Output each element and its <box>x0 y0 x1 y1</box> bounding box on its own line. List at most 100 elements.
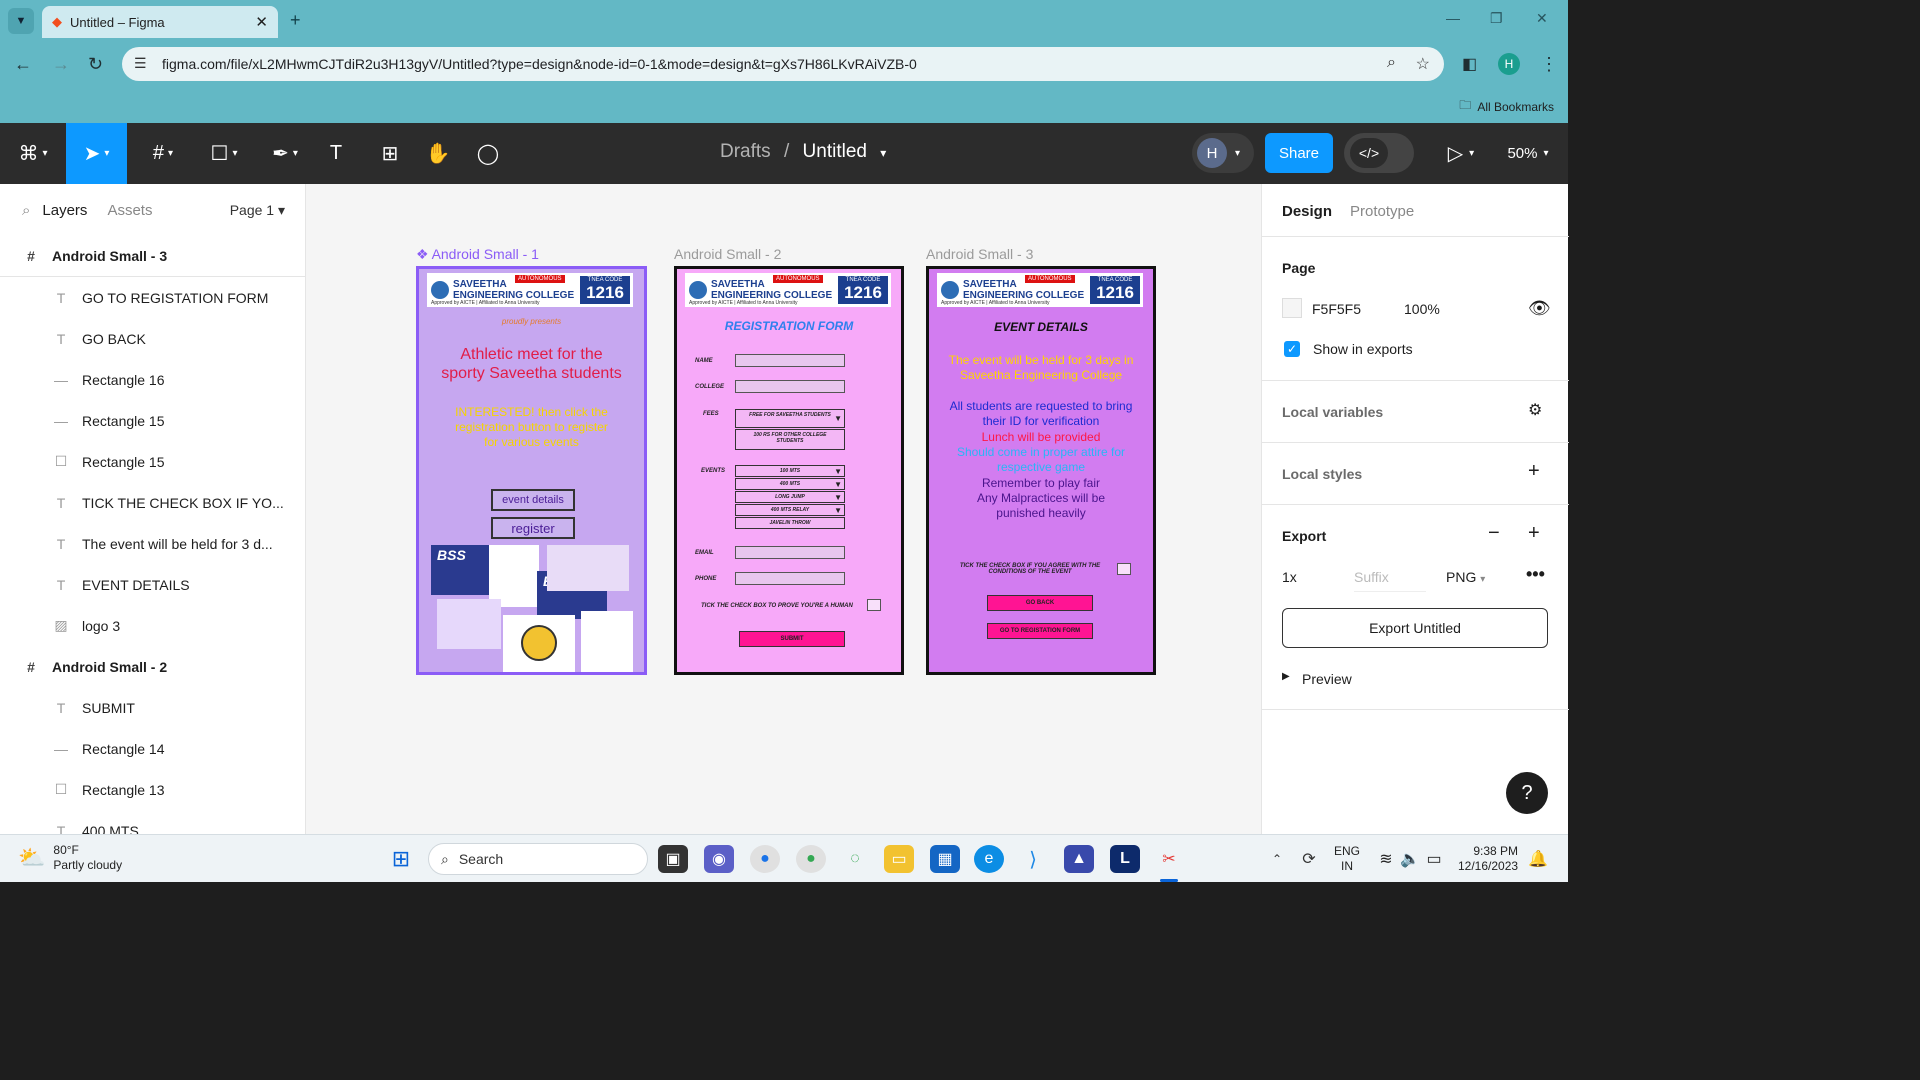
edge-icon[interactable]: e <box>974 845 1004 873</box>
event-option[interactable]: 400 MTS ▼ <box>735 478 845 490</box>
eye-icon[interactable]: 👁 <box>1528 298 1551 319</box>
tab-layers[interactable]: Layers <box>42 202 87 219</box>
remove-export-icon[interactable]: − <box>1488 522 1500 545</box>
windows-start-icon[interactable]: ⊞ <box>386 845 416 873</box>
bookmark-star-icon[interactable]: ☆ <box>1416 54 1430 74</box>
close-window-icon[interactable]: ✕ <box>1536 10 1548 27</box>
format-select[interactable]: PNG ▾ <box>1446 569 1485 585</box>
tab-prototype[interactable]: Prototype <box>1350 203 1414 220</box>
back-icon[interactable]: ← <box>14 54 32 75</box>
search-icon[interactable]: ⌕ <box>22 202 30 219</box>
weather-widget[interactable]: ⛅ 80°F Partly cloudy <box>18 843 122 873</box>
name-input[interactable] <box>735 354 845 367</box>
battery-icon[interactable]: ▭ <box>1424 845 1444 873</box>
college-input[interactable] <box>735 380 845 393</box>
page-color-value[interactable]: F5F5F5 <box>1312 301 1361 317</box>
l-app-icon[interactable]: L <box>1110 845 1140 873</box>
export-scale[interactable]: 1x <box>1282 569 1297 585</box>
fees-option-1[interactable]: FREE FOR SAVEETHA STUDENTS ▼ <box>735 409 845 428</box>
event-details-button[interactable]: event details <box>491 489 575 511</box>
variables-icon[interactable]: ⚙ <box>1528 400 1542 420</box>
chrome-profile-icon[interactable]: ● <box>796 845 826 873</box>
layer-item[interactable]: — Rectangle 16 <box>0 359 305 400</box>
resources-icon[interactable]: ⊞ <box>372 123 408 184</box>
app-ring-icon[interactable]: ◌ <box>840 845 870 873</box>
forward-icon[interactable]: → <box>52 54 70 75</box>
agree-checkbox[interactable] <box>1117 563 1131 575</box>
local-variables[interactable]: Local variables <box>1282 404 1383 420</box>
email-input[interactable] <box>735 546 845 559</box>
page-selector[interactable]: Page 1 ▾ <box>230 202 285 219</box>
event-option[interactable]: JAVELIN THROW <box>735 517 845 529</box>
add-style-icon[interactable]: + <box>1528 460 1540 483</box>
minimize-icon[interactable]: — <box>1446 10 1460 26</box>
layer-item[interactable]: ☐ Rectangle 15 <box>0 441 305 482</box>
new-tab-button[interactable]: + <box>290 10 301 31</box>
event-option[interactable]: 100 MTS ▼ <box>735 465 845 477</box>
profile-avatar[interactable]: H <box>1498 53 1520 75</box>
show-exports-checkbox[interactable]: ✓ <box>1284 341 1300 357</box>
notification-bell-icon[interactable]: 🔔 <box>1528 845 1548 873</box>
breadcrumb-drafts[interactable]: Drafts <box>720 141 771 162</box>
shape-tool-icon[interactable]: ☐ ▾ <box>198 123 250 184</box>
help-button[interactable]: ? <box>1506 772 1548 814</box>
move-tool-icon[interactable]: ➤ ▾ <box>66 123 127 184</box>
snipping-tool-icon[interactable]: ✂ <box>1154 845 1184 873</box>
frame-label-1[interactable]: ❖ Android Small - 1 <box>416 246 539 263</box>
text-tool-icon[interactable]: T <box>318 123 354 184</box>
dev-mode-toggle[interactable]: </> <box>1344 133 1414 173</box>
caret-right-icon[interactable]: ▶ <box>1282 671 1290 682</box>
frame-android-small-1[interactable]: SAVEETHA ENGINEERING COLLEGE AUTONOMOUS A… <box>416 266 647 675</box>
wifi-icon[interactable]: ≋ <box>1376 845 1396 873</box>
layer-item[interactable]: T The event will be held for 3 d... <box>0 523 305 564</box>
layer-frame[interactable]: # Android Small - 2 <box>0 646 305 687</box>
page-color-swatch[interactable] <box>1282 298 1302 318</box>
layer-item[interactable]: T GO TO REGISTATION FORM <box>0 277 305 318</box>
add-export-icon[interactable]: + <box>1528 522 1540 545</box>
tab-list-button[interactable]: ▼ <box>8 8 34 34</box>
layer-item[interactable]: ☐ Rectangle 13 <box>0 769 305 810</box>
file-explorer-icon[interactable]: ▭ <box>884 845 914 873</box>
zoom-menu[interactable]: 50% ▾ <box>1500 123 1556 184</box>
tab-design[interactable]: Design <box>1282 203 1332 220</box>
layer-item[interactable]: ▨ logo 3 <box>0 605 305 646</box>
zoom-icon[interactable]: ⌕ <box>1387 54 1396 72</box>
layer-item[interactable]: T TICK THE CHECK BOX IF YO... <box>0 482 305 523</box>
suffix-input[interactable]: Suffix <box>1354 569 1426 592</box>
preview-toggle[interactable]: Preview <box>1302 671 1352 687</box>
side-panel-icon[interactable]: ◧ <box>1462 54 1477 74</box>
go-back-button[interactable]: GO BACK <box>987 595 1093 611</box>
comment-tool-icon[interactable]: ◯ <box>470 123 506 184</box>
pen-tool-icon[interactable]: ✒ ▾ <box>260 123 310 184</box>
volume-icon[interactable]: 🔈 <box>1400 845 1420 873</box>
go-to-registration-button[interactable]: GO TO REGISTATION FORM <box>987 623 1093 639</box>
page-opacity-value[interactable]: 100% <box>1404 301 1440 317</box>
layer-item[interactable]: — Rectangle 15 <box>0 400 305 441</box>
browser-tab[interactable]: ◆ Untitled – Figma ✕ <box>42 6 278 38</box>
frame-tool-icon[interactable]: # ▾ <box>138 123 188 184</box>
restore-icon[interactable]: ❐ <box>1490 10 1503 27</box>
file-name[interactable]: Untitled <box>803 141 867 162</box>
register-button[interactable]: register <box>491 517 575 539</box>
taskbar-search[interactable]: ⌕ Search <box>428 843 648 875</box>
human-checkbox[interactable] <box>867 599 881 611</box>
store-icon[interactable]: ▦ <box>930 845 960 873</box>
layer-item[interactable]: T SUBMIT <box>0 687 305 728</box>
address-bar[interactable]: ☰ figma.com/file/xL2MHwmCJTdiR2u3H13gyV/… <box>122 47 1444 81</box>
design-canvas[interactable]: ❖ Android Small - 1 SAVEETHA ENGINEERING C… <box>306 184 1261 834</box>
vscode-icon[interactable]: ⟩ <box>1018 845 1048 873</box>
arc-app-icon[interactable]: ▲ <box>1064 845 1094 873</box>
share-button[interactable]: Share <box>1265 133 1333 173</box>
event-option[interactable]: LONG JUMP ▼ <box>735 491 845 503</box>
language-indicator[interactable]: ENG IN <box>1334 844 1360 874</box>
phone-input[interactable] <box>735 572 845 585</box>
layer-frame[interactable]: # Android Small - 3 <box>0 236 305 277</box>
multiplayer-avatar[interactable]: H ▾ <box>1192 133 1254 173</box>
fees-option-2[interactable]: 100 RS FOR OTHER COLLEGE STUDENTS <box>735 429 845 450</box>
chevron-down-icon[interactable]: ▾ <box>880 146 886 160</box>
layer-item[interactable]: T EVENT DETAILS <box>0 564 305 605</box>
frame-label-3[interactable]: Android Small - 3 <box>926 246 1033 262</box>
figma-menu-icon[interactable]: ⌘ ▾ <box>8 123 58 184</box>
teams-icon[interactable]: ◉ <box>704 845 734 873</box>
chrome-icon[interactable]: ● <box>750 845 780 873</box>
